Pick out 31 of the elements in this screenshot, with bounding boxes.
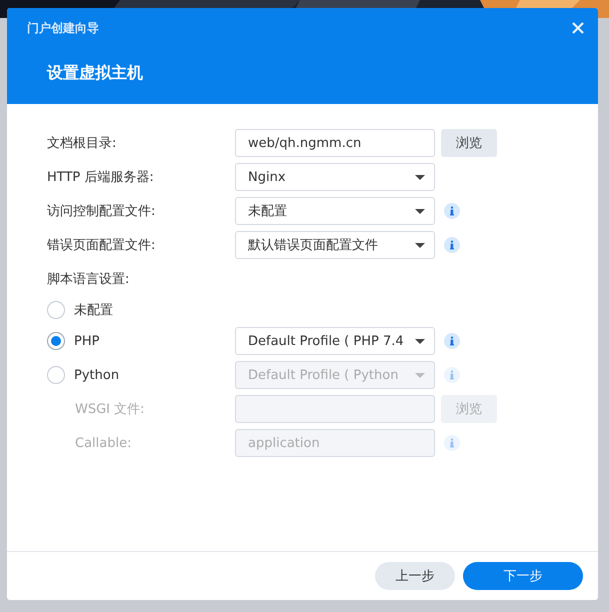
radio-label: Python xyxy=(74,368,120,382)
caret-icon xyxy=(415,174,425,180)
info-icon[interactable] xyxy=(444,333,460,349)
info-icon[interactable] xyxy=(444,237,460,253)
window-title: 门户创建向导 xyxy=(27,20,99,37)
caret-icon xyxy=(415,242,425,248)
dropdown[interactable]: Nginx xyxy=(235,163,435,191)
caret-icon xyxy=(415,338,425,344)
dropdown[interactable]: 默认错误页面配置文件 xyxy=(235,231,435,259)
dropdown[interactable]: Default Profile ( PHP 7.4 xyxy=(235,327,435,355)
input-field[interactable]: web/qh.ngmm.cn xyxy=(235,129,435,157)
field-label: WSGI 文件: xyxy=(74,401,146,418)
caret-icon xyxy=(415,208,425,214)
radio-button[interactable] xyxy=(47,301,65,319)
next-button[interactable]: 下一步 xyxy=(463,562,583,590)
back-button[interactable]: 上一步 xyxy=(375,562,455,590)
browse-button[interactable]: 浏览 xyxy=(441,129,497,157)
field-label: Callable: xyxy=(74,436,132,450)
dropdown[interactable]: 未配置 xyxy=(235,197,435,225)
caret-icon xyxy=(415,372,425,378)
radio-label: 未配置 xyxy=(74,302,113,319)
info-icon[interactable] xyxy=(444,203,460,219)
field-label: 访问控制配置文件: xyxy=(47,203,156,220)
radio-button[interactable] xyxy=(47,332,65,350)
close-icon[interactable] xyxy=(572,22,584,34)
field-label: 文档根目录: xyxy=(47,135,118,152)
radio-label: PHP xyxy=(74,334,100,348)
field-label: 脚本语言设置: xyxy=(47,271,130,288)
page-heading: 设置虚拟主机 xyxy=(47,63,143,84)
field-label: HTTP 后端服务器: xyxy=(47,169,155,186)
field-label: 错误页面配置文件: xyxy=(47,237,156,254)
